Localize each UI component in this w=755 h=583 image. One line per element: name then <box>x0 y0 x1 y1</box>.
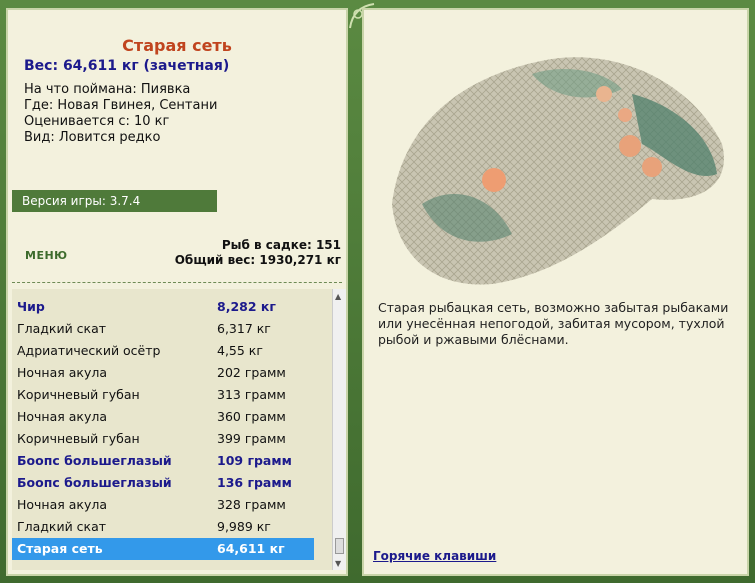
fish-count: Рыб в садке: 151 <box>221 238 341 252</box>
list-item-name: Адриатический осётр <box>17 343 161 358</box>
list-item-name: Коричневый губан <box>17 387 140 402</box>
list-item[interactable]: Адриатический осётр 4,55 кг <box>12 340 314 362</box>
list-item[interactable]: Ночная акула 202 грамм <box>12 362 314 384</box>
list-item-name: Старая сеть <box>17 541 103 556</box>
keepnet-stats: Рыб в садке: 151 Общий вес: 1930,271 кг <box>175 238 341 268</box>
price-info: Оценивается с: 10 кг <box>24 114 170 129</box>
scrollbar[interactable]: ▲ ▼ <box>332 289 346 570</box>
list-item-name: Боопс большеглазый <box>17 475 172 490</box>
list-item-weight: 313 грамм <box>217 387 286 402</box>
list-item-weight: 9,989 кг <box>217 519 271 534</box>
fish-title: Старая сеть <box>122 36 232 55</box>
divider <box>12 282 342 283</box>
scroll-thumb[interactable] <box>335 538 344 554</box>
item-detail-panel: Старая рыбацкая сеть, возможно забытая р… <box>362 8 749 576</box>
list-item[interactable]: Боопс большеглазый 136 грамм <box>12 472 314 494</box>
list-item-weight: 8,282 кг <box>217 299 276 314</box>
hotkeys-link[interactable]: Горячие клавиши <box>373 549 496 563</box>
list-item[interactable]: Коричневый губан 399 грамм <box>12 428 314 450</box>
catch-info-panel: Старая сеть Вес: 64,611 кг (зачетная) На… <box>6 8 348 576</box>
list-item-name: Гладкий скат <box>17 321 107 336</box>
list-item-weight: 109 грамм <box>217 453 292 468</box>
list-item-weight: 64,611 кг <box>217 541 285 556</box>
list-item-name: Боопс большеглазый <box>17 453 172 468</box>
list-item-name: Чир <box>17 299 45 314</box>
menu-button[interactable]: МЕНЮ <box>25 249 68 262</box>
list-item-weight: 136 грамм <box>217 475 292 490</box>
list-item-weight: 202 грамм <box>217 365 286 380</box>
list-item-name: Ночная акула <box>17 497 108 512</box>
list-item-weight: 399 грамм <box>217 431 286 446</box>
list-item-weight: 360 грамм <box>217 409 286 424</box>
list-item-weight: 328 грамм <box>217 497 286 512</box>
list-item[interactable]: Гладкий скат 6,317 кг <box>12 318 314 340</box>
fishing-net-image <box>392 57 724 285</box>
scroll-up-icon[interactable]: ▲ <box>335 292 341 301</box>
kind-info: Вид: Ловится редко <box>24 130 161 145</box>
list-item-name: Гладкий скат <box>17 519 107 534</box>
fish-weight: Вес: 64,611 кг (зачетная) <box>24 58 230 74</box>
game-version: Версия игры: 3.7.4 <box>12 190 217 212</box>
list-item[interactable]: Гладкий скат 9,989 кг <box>12 516 314 538</box>
list-item-weight: 6,317 кг <box>217 321 271 336</box>
list-item-name: Ночная акула <box>17 409 108 424</box>
list-item[interactable]: Ночная акула 328 грамм <box>12 494 314 516</box>
list-item-name: Коричневый губан <box>17 431 140 446</box>
total-weight: Общий вес: 1930,271 кг <box>174 253 341 267</box>
list-item[interactable]: Коричневый губан 313 грамм <box>12 384 314 406</box>
list-item[interactable]: Старая сеть 64,611 кг <box>12 538 314 560</box>
list-item[interactable]: Чир 8,282 кг <box>12 296 314 318</box>
catch-list[interactable]: Чир 8,282 кг Гладкий скат 6,317 кг Адриатиче… <box>12 289 336 570</box>
list-item[interactable]: Боопс большеглазый 109 грамм <box>12 450 314 472</box>
bait-info: На что поймана: Пиявка <box>24 82 191 97</box>
list-item-weight: 4,55 кг <box>217 343 263 358</box>
location-info: Где: Новая Гвинея, Сентани <box>24 98 218 113</box>
scroll-down-icon[interactable]: ▼ <box>335 559 341 568</box>
list-item-name: Ночная акула <box>17 365 108 380</box>
item-description: Старая рыбацкая сеть, возможно забытая р… <box>378 300 729 347</box>
list-item[interactable]: Ночная акула 360 грамм <box>12 406 314 428</box>
